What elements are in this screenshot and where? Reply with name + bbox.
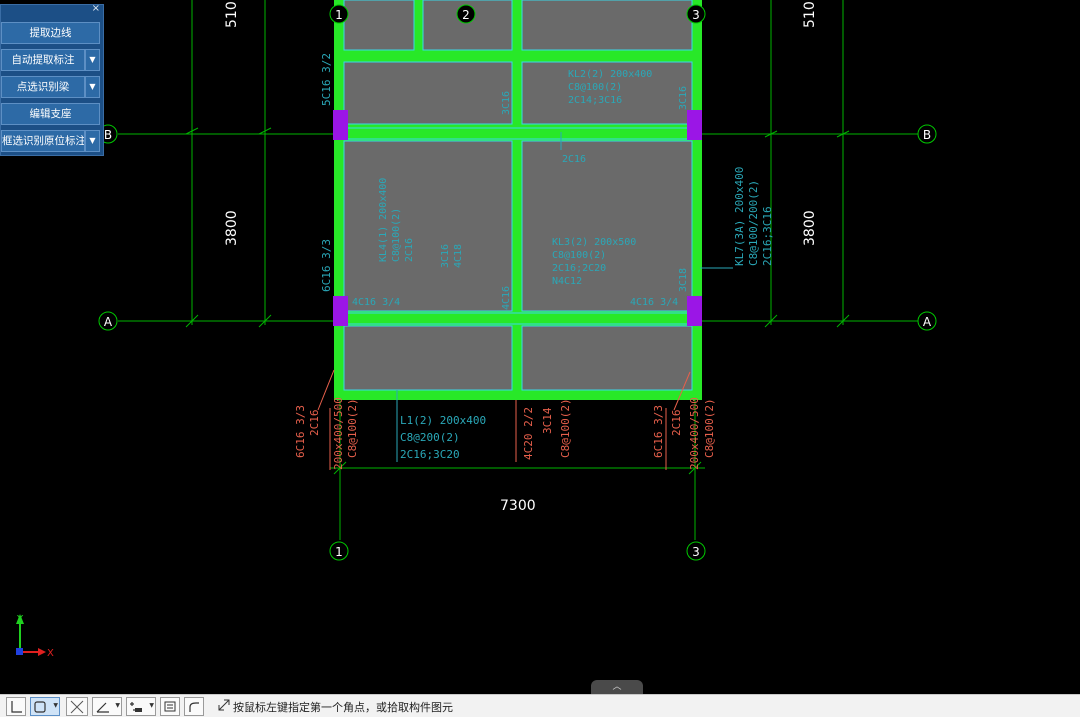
slab-panel[interactable] <box>343 0 415 51</box>
column[interactable] <box>687 110 702 140</box>
column-label: C8@100(2) <box>346 398 359 458</box>
axis-label: B <box>104 128 112 142</box>
column-label: C8@100(2) <box>703 398 716 458</box>
column-label: 2C16 <box>308 410 321 437</box>
snap-off-icon[interactable] <box>66 697 88 716</box>
slab-panel[interactable] <box>521 325 693 391</box>
extract-edge-button[interactable]: 提取边线 <box>1 22 100 44</box>
beam-label: C8@100/200(2) <box>747 180 760 266</box>
axis-label: 2 <box>462 8 470 22</box>
dimension-text: 7300 <box>500 498 536 514</box>
axis-label: 3 <box>692 8 700 22</box>
beam-label: 2C16 <box>562 154 586 165</box>
beam-label: 4C18 <box>453 244 464 268</box>
beam-label: 3C16 <box>440 244 451 268</box>
right-beam-annotation: KL7(3A) 200x400 C8@100/200(2) 2C16;3C16 <box>733 167 774 266</box>
drawing-svg[interactable]: KL2(2) 200x400 C8@100(2) 2C14;3C16 2C16 … <box>0 0 1080 694</box>
beam-label: KL7(3A) 200x400 <box>733 167 746 266</box>
ortho-icon[interactable] <box>6 697 26 716</box>
beam-label: 2C14;3C16 <box>568 95 622 106</box>
slab-panel[interactable] <box>343 325 513 391</box>
column-label: 5C16 3/2 <box>320 53 333 106</box>
property-icon[interactable] <box>160 697 180 716</box>
axis-label: 3 <box>692 545 700 559</box>
dimension-text: 3800 <box>802 210 818 246</box>
chevron-down-icon[interactable]: ▼ <box>85 49 100 71</box>
expand-arrow-icon <box>218 699 230 711</box>
axis-label: 1 <box>335 8 343 22</box>
chevron-up-icon: ︿ <box>612 682 622 692</box>
slab-panel[interactable] <box>343 61 513 125</box>
column-label: 2C16 <box>670 410 683 437</box>
slab-panel[interactable] <box>521 140 693 312</box>
cad-canvas[interactable]: KL2(2) 200x400 C8@100(2) 2C14;3C16 2C16 … <box>0 0 1080 694</box>
command-prompt: 按鼠标左键指定第一个角点，或拾取构件图元 <box>233 701 453 714</box>
beam-label: 4C16 <box>501 286 512 310</box>
status-bar: ▼ ▼ ▼ 按鼠标左键指定第一个角点，或拾取构件图元 <box>0 694 1080 717</box>
beam-label: 3C18 <box>678 268 689 292</box>
column-label: 6C16 3/3 <box>320 239 333 292</box>
axis-label: A <box>923 315 932 329</box>
beam-label: C8@100(2) <box>391 208 402 262</box>
beam-label: KL2(2) 200x400 <box>568 69 652 80</box>
dimension-text: 3800 <box>224 210 240 246</box>
beam-label: 4C16 3/4 <box>630 297 678 308</box>
column[interactable] <box>333 296 348 326</box>
beam-label: 4C16 3/4 <box>352 297 400 308</box>
slab-panel[interactable] <box>521 0 693 51</box>
bottom-panel-toggle[interactable]: ︿ <box>591 680 643 694</box>
axis-label: A <box>104 315 113 329</box>
edit-support-button[interactable]: 编辑支座 <box>1 103 100 125</box>
dimension-icon[interactable]: ▼ <box>126 697 156 716</box>
beam-label: 3C16 <box>678 86 689 110</box>
column[interactable] <box>333 110 348 140</box>
beam-label: 3C16 <box>501 91 512 115</box>
chevron-down-icon[interactable]: ▼ <box>85 76 100 98</box>
ucs-icon: Y X <box>16 614 54 659</box>
beam-label: C8@100(2) <box>552 250 606 261</box>
beam-label: KL4(1) 200x400 <box>378 178 389 262</box>
beam-label: C8@100(2) <box>559 398 572 458</box>
column-label: 200x400/500 <box>688 397 701 470</box>
beam-label: 4C20 2/2 <box>522 407 535 460</box>
beam-label: N4C12 <box>552 276 582 287</box>
arc-icon[interactable] <box>184 697 204 716</box>
select-box-icon[interactable]: ▼ <box>30 697 60 716</box>
ucs-x-label: X <box>47 648 54 659</box>
beam-label: 2C16 <box>404 238 415 262</box>
auto-extract-label-button[interactable]: 自动提取标注 <box>1 49 85 71</box>
column-label: 6C16 3/3 <box>652 405 665 458</box>
axis-label: B <box>923 128 931 142</box>
box-select-original-label-button[interactable]: 框选识别原位标注 <box>1 130 85 152</box>
column-label: 6C16 3/3 <box>294 405 307 458</box>
beam-label: 3C14 <box>541 407 554 434</box>
column-label: 200x400/500 <box>332 397 345 470</box>
angle-icon[interactable]: ▼ <box>92 697 122 716</box>
dimension-text: 510 <box>802 1 818 28</box>
column-side-annotations: 5C16 3/2 6C16 3/3 <box>320 53 333 292</box>
beam-label: 2C16;2C20 <box>552 263 606 274</box>
ucs-y-label: Y <box>16 614 24 625</box>
dimension-text: 510 <box>224 1 240 28</box>
column[interactable] <box>687 296 702 326</box>
recognition-panel[interactable]: × 提取边线 自动提取标注 ▼ 点选识别梁 ▼ 编辑支座 框选识别原位标注 ▼ <box>0 4 104 156</box>
axis-label: 1 <box>335 545 343 559</box>
slab-panel[interactable] <box>343 140 513 312</box>
beam-label: C8@100(2) <box>568 82 622 93</box>
chevron-down-icon[interactable]: ▼ <box>85 130 100 152</box>
beam-label: 2C16;3C16 <box>761 206 774 266</box>
bottom-annotations: 6C16 3/3 2C16 200x400/500 C8@100(2) L1(2… <box>294 397 716 470</box>
pick-beam-button[interactable]: 点选识别梁 <box>1 76 85 98</box>
beam-label: L1(2) 200x400 <box>400 414 486 427</box>
beam-label: C8@200(2) <box>400 431 460 444</box>
beam-label: 2C16;3C20 <box>400 448 460 461</box>
beam-label: KL3(2) 200x500 <box>552 237 636 248</box>
panel-close-icon[interactable]: × <box>92 4 100 14</box>
